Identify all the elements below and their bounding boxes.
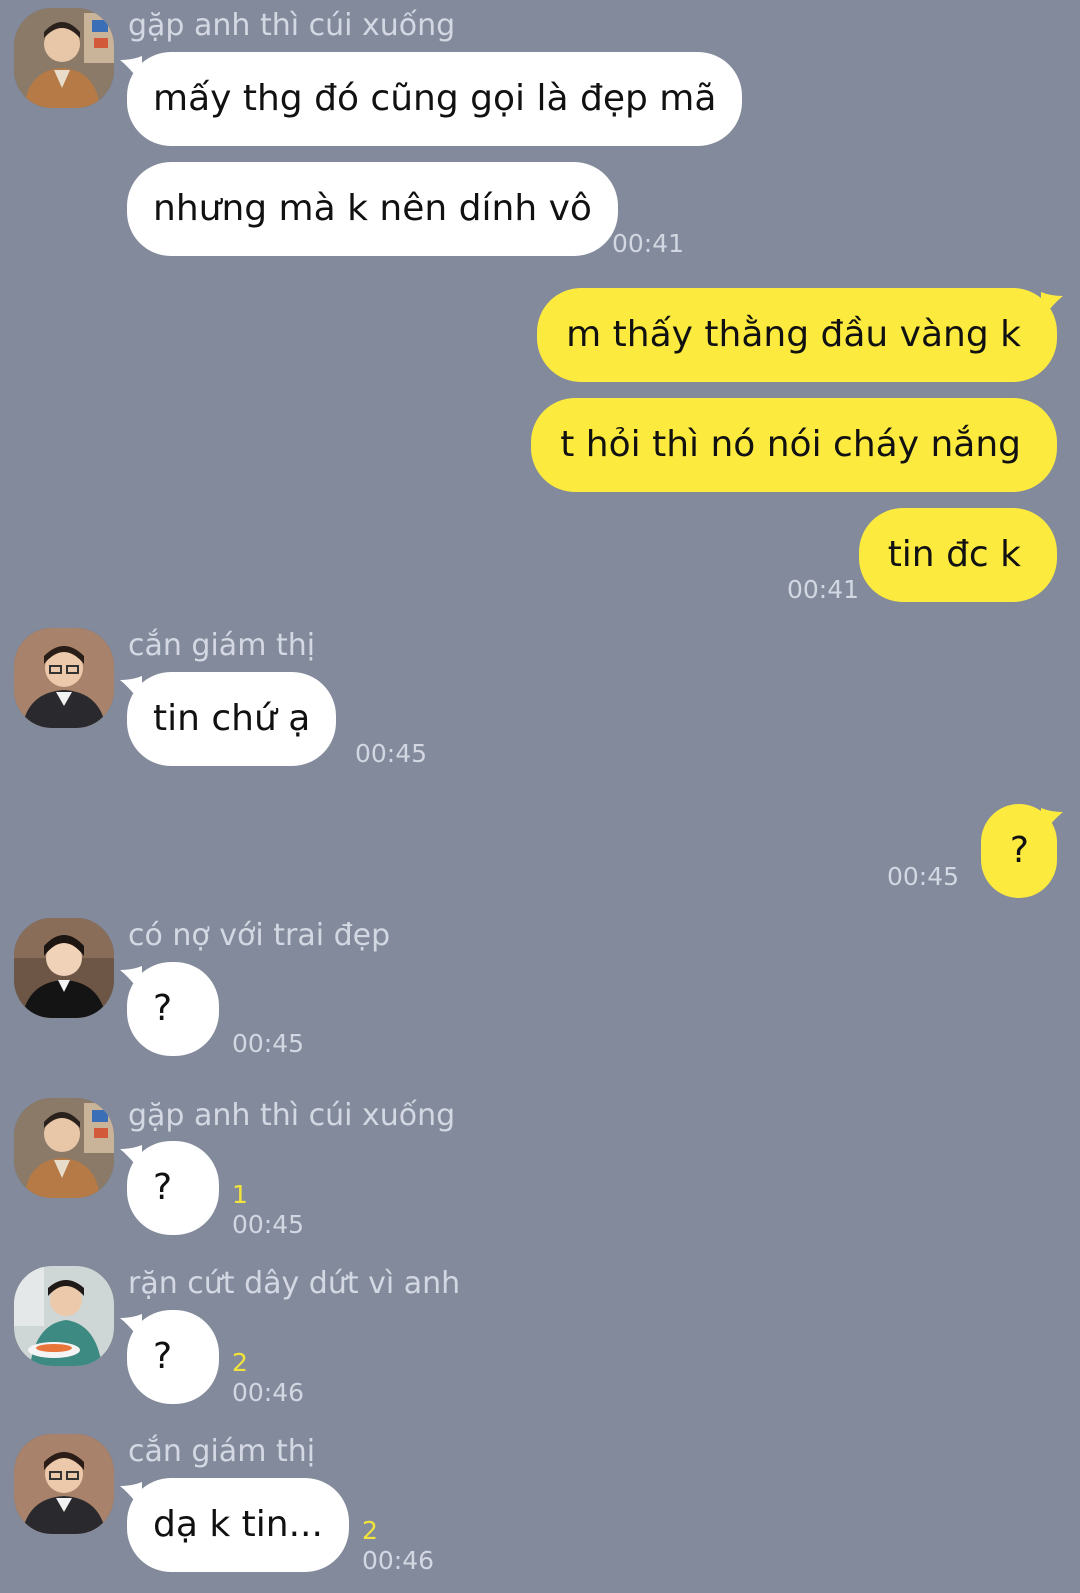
profile-photo — [14, 628, 114, 728]
message-bubble[interactable]: ? — [127, 1141, 219, 1235]
message-bubble[interactable]: t hỏi thì nó nói cháy nắng — [531, 398, 1057, 492]
unread-count: 1 — [232, 1180, 248, 1209]
sender-name: cắn giám thị — [128, 1434, 316, 1469]
profile-photo — [14, 8, 114, 108]
sender-name: rặn cứt dây dứt vì anh — [128, 1266, 461, 1301]
message-time: 00:46 — [232, 1378, 305, 1407]
message-time: 00:41 — [612, 229, 685, 258]
message-bubble[interactable]: dạ k tin... — [127, 1478, 349, 1572]
profile-photo — [14, 1266, 114, 1366]
message-bubble[interactable]: ? — [127, 962, 219, 1056]
message-bubble[interactable]: m thấy thằng đầu vàng k — [537, 288, 1057, 382]
avatar[interactable] — [14, 1434, 114, 1534]
message-bubble[interactable]: tin đc k — [858, 508, 1057, 602]
message-time: 00:45 — [355, 739, 428, 768]
message-time: 00:45 — [232, 1210, 305, 1239]
sender-name: có nợ với trai đẹp — [128, 918, 391, 953]
message-time: 00:41 — [787, 575, 860, 604]
profile-photo — [14, 918, 114, 1018]
unread-count: 2 — [362, 1516, 378, 1545]
message-bubble[interactable]: nhưng mà k nên dính vô — [127, 162, 618, 256]
message-time: 00:46 — [362, 1546, 435, 1575]
message-time: 00:45 — [887, 862, 960, 891]
message-time: 00:45 — [232, 1029, 305, 1058]
avatar[interactable] — [14, 1266, 114, 1366]
profile-photo — [14, 1098, 114, 1198]
message-bubble[interactable]: ? — [127, 1310, 219, 1404]
message-bubble[interactable]: tin chứ ạ — [127, 672, 337, 766]
avatar[interactable] — [14, 1098, 114, 1198]
avatar[interactable] — [14, 628, 114, 728]
unread-count: 2 — [232, 1348, 248, 1377]
sender-name: gặp anh thì cúi xuống — [128, 1098, 456, 1133]
profile-photo — [14, 1434, 114, 1534]
message-bubble[interactable]: ? — [980, 804, 1057, 898]
sender-name: gặp anh thì cúi xuống — [128, 8, 456, 43]
sender-name: cắn giám thị — [128, 628, 316, 663]
avatar[interactable] — [14, 8, 114, 108]
avatar[interactable] — [14, 918, 114, 1018]
message-bubble[interactable]: mấy thg đó cũng gọi là đẹp mã — [127, 52, 743, 146]
